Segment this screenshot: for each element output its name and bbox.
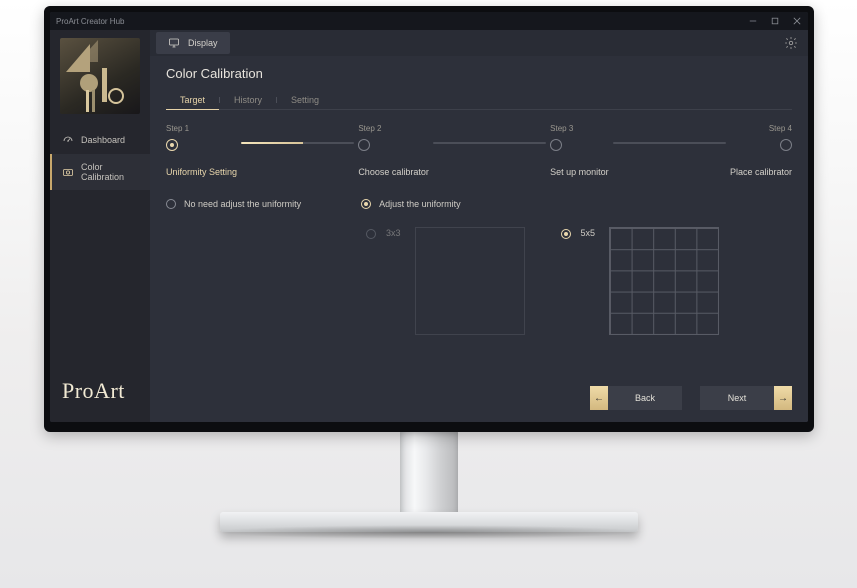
radio-dot <box>361 199 371 209</box>
display-chip[interactable]: Display <box>156 32 230 54</box>
step-title: Place calibrator <box>730 167 792 177</box>
radio-label: No need adjust the uniformity <box>184 199 301 209</box>
sidebar-item-dashboard[interactable]: Dashboard <box>50 126 150 154</box>
step-dot <box>358 139 370 151</box>
gear-icon[interactable] <box>784 36 798 50</box>
camera-icon <box>62 166 74 178</box>
brand-wordmark: ProArt <box>50 366 150 422</box>
sidebar-item-label: Color Calibration <box>81 162 140 182</box>
step-id: Step 1 <box>166 124 189 133</box>
grid-preview-3x3 <box>415 227 525 335</box>
arrow-right-icon: → <box>774 386 792 410</box>
window-titlebar: ProArt Creator Hub <box>50 12 808 30</box>
back-button-label: Back <box>608 393 682 403</box>
uniformity-options: No need adjust the uniformity Adjust the… <box>166 199 792 209</box>
step-id: Step 4 <box>769 124 792 133</box>
back-button[interactable]: ← Back <box>590 386 682 410</box>
radio-dot <box>366 229 376 239</box>
step-line <box>241 142 354 144</box>
sidebar-item-color-calibration[interactable]: Color Calibration <box>50 154 150 190</box>
main-area: Display Color Calibration Target History… <box>150 30 808 422</box>
grid-label: 3x3 <box>386 228 401 238</box>
gauge-icon <box>62 134 74 146</box>
screen: ProArt Creator Hub <box>50 12 808 422</box>
window-controls <box>748 16 802 26</box>
radio-no-adjust[interactable]: No need adjust the uniformity <box>166 199 301 209</box>
monitor-frame: ProArt Creator Hub <box>44 6 814 432</box>
grid-option-5x5[interactable]: 5x5 <box>561 227 720 335</box>
close-button[interactable] <box>792 16 802 26</box>
tab-setting[interactable]: Setting <box>277 91 333 109</box>
step-line <box>613 142 726 144</box>
radio-adjust[interactable]: Adjust the uniformity <box>361 199 461 209</box>
sidebar-item-label: Dashboard <box>81 135 125 145</box>
radio-dot <box>561 229 571 239</box>
grid-option-3x3[interactable]: 3x3 <box>366 227 525 335</box>
content: Color Calibration Target History Setting… <box>150 56 808 422</box>
arrow-left-icon: ← <box>590 386 608 410</box>
step-dot <box>166 139 178 151</box>
next-button-label: Next <box>700 393 774 403</box>
stepper: Step 1 Uniformity Setting Step 2 Choose … <box>166 124 792 177</box>
step-3[interactable]: Step 3 Set up monitor <box>550 124 609 177</box>
main-topbar: Display <box>150 30 808 56</box>
step-2[interactable]: Step 2 Choose calibrator <box>358 124 429 177</box>
minimize-button[interactable] <box>748 16 758 26</box>
step-4[interactable]: Step 4 Place calibrator <box>730 124 792 177</box>
monitor-stand-neck <box>400 431 458 516</box>
tab-target[interactable]: Target <box>166 91 219 110</box>
sidebar: Dashboard Color Calibration ProArt <box>50 30 150 422</box>
radio-dot <box>166 199 176 209</box>
grid-preview-5x5 <box>609 227 719 335</box>
next-button[interactable]: Next → <box>700 386 792 410</box>
step-dot <box>780 139 792 151</box>
grid-options: 3x3 5x5 <box>366 227 792 335</box>
maximize-button[interactable] <box>770 16 780 26</box>
grid-label: 5x5 <box>581 228 596 238</box>
page-title: Color Calibration <box>166 66 792 81</box>
step-dot <box>550 139 562 151</box>
step-1[interactable]: Step 1 Uniformity Setting <box>166 124 237 177</box>
step-title: Choose calibrator <box>358 167 429 177</box>
radio-label: Adjust the uniformity <box>379 199 461 209</box>
step-id: Step 2 <box>358 124 381 133</box>
footer-actions: ← Back Next → <box>166 370 792 410</box>
step-title: Set up monitor <box>550 167 609 177</box>
step-line <box>433 142 546 144</box>
step-id: Step 3 <box>550 124 573 133</box>
window-title: ProArt Creator Hub <box>56 17 124 26</box>
app-body: Dashboard Color Calibration ProArt Displ… <box>50 30 808 422</box>
monitor-icon <box>168 37 180 49</box>
display-chip-label: Display <box>188 38 218 48</box>
app-logo <box>60 38 140 114</box>
tab-history[interactable]: History <box>220 91 276 109</box>
monitor-stand-base <box>220 512 638 532</box>
step-title: Uniformity Setting <box>166 167 237 177</box>
tabs: Target History Setting <box>166 91 792 110</box>
